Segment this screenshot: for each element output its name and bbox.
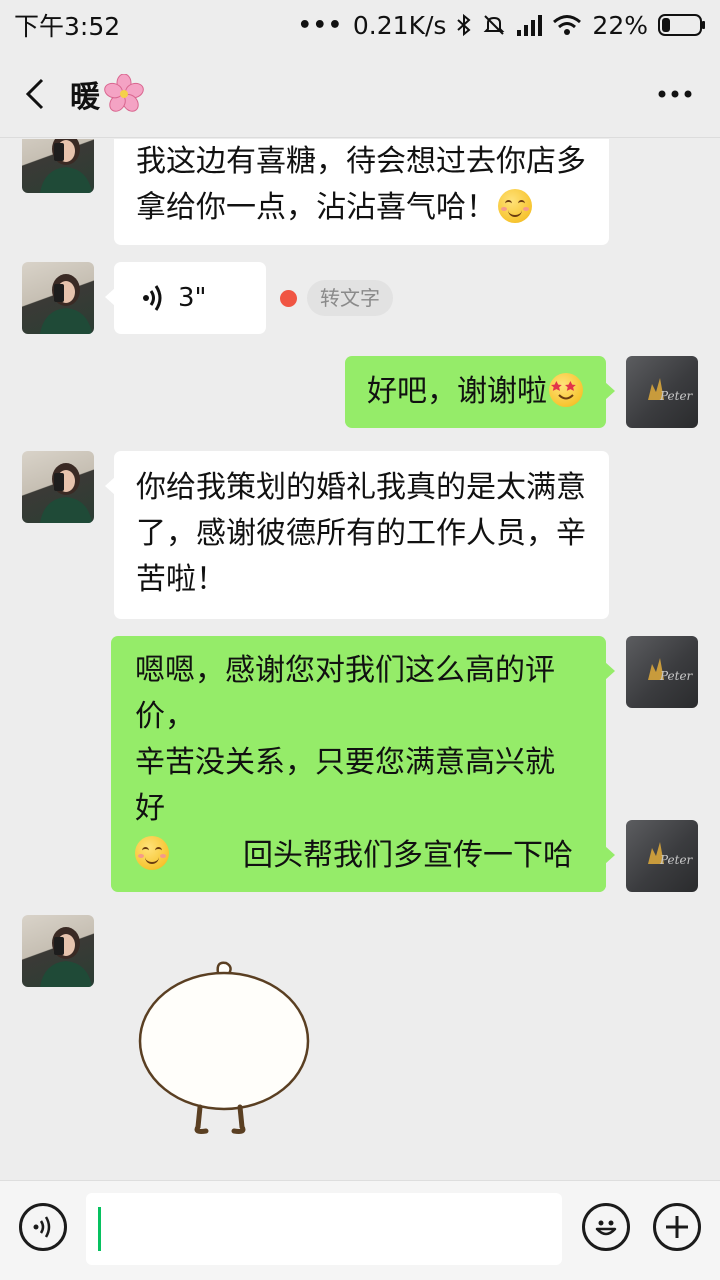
message-line: 好吧，谢谢啦 [367,374,547,409]
text-caret [98,1207,101,1251]
message-line: 了，感谢彼德所有的工作人员，辛 [136,516,586,551]
status-bar: 下午3:52 ••• 0.21K/s 22% [0,0,720,50]
my-avatar[interactable]: Peter [626,820,698,892]
contact-avatar[interactable] [22,915,94,987]
battery-icon [658,14,705,36]
status-time: 下午3:52 [14,12,121,41]
message-line: 你给我策划的婚礼我真的是太满意 [136,470,586,505]
chat-title: 暖 [70,72,144,116]
message-line: 辛苦没关系，只要您满意高兴就好 [135,745,555,826]
svg-text:Peter: Peter [659,669,694,683]
emoji-button[interactable] [582,1203,630,1251]
chat-title-text: 暖 [70,79,100,115]
my-avatar-logo: Peter [648,378,694,403]
message-line: 苦啦！ [136,562,226,597]
more-dots-icon: ••• [297,12,343,38]
my-avatar[interactable]: Peter [626,356,698,428]
more-functions-button[interactable] [653,1203,701,1251]
steamed-bun-sticker[interactable] [136,959,316,1139]
my-avatar-logo: Peter [648,658,694,683]
message-line: 回头帮我们多宣传一下哈 [243,838,573,873]
smile-emoji-icon [498,189,532,223]
contact-avatar[interactable] [22,451,94,523]
voice-wave-icon [143,285,162,311]
back-button[interactable] [0,50,70,138]
my-avatar[interactable]: Peter [626,636,698,708]
network-speed: 0.21K/s [352,10,447,40]
voice-message-bubble[interactable]: 3" [105,262,266,334]
convert-to-text-button[interactable]: 转文字 [307,280,393,316]
contact-avatar-image [40,927,92,987]
svg-text:Peter: Peter [659,389,694,403]
back-arrow-icon [25,78,44,109]
input-bar [0,1180,720,1280]
smile-emoji-icon [135,836,169,870]
more-dots-icon [658,90,692,97]
voice-input-button[interactable] [19,1203,67,1251]
wifi-icon [553,15,582,35]
message-list[interactable]: 我这边有喜糖，待会想过去你店多 拿给你一点，沾沾喜气哈！ 3" 转文字 好吧，谢… [0,139,720,1179]
contact-avatar[interactable] [22,139,94,193]
voice-actions: 转文字 [280,280,393,316]
sakura-flower-icon [104,73,144,112]
message-bubble[interactable]: 回头帮我们多宣传一下哈 [221,820,615,892]
battery-percent: 22% [592,10,648,40]
mute-icon [484,15,505,35]
nav-bar: 暖 [0,50,720,138]
message-bubble[interactable]: 好吧，谢谢啦 [345,356,615,428]
voice-duration: 3" [178,283,207,313]
message-input[interactable] [86,1193,562,1265]
contact-avatar[interactable] [22,262,94,334]
unread-dot [280,289,297,307]
message-bubble[interactable]: 我这边有喜糖，待会想过去你店多 拿给你一点，沾沾喜气哈！ [114,139,609,245]
contact-avatar-image [40,274,92,334]
chat-screen: 下午3:52 ••• 0.21K/s 22% 暖 我这边有喜糖，待会想过去你店多… [0,0,720,1280]
message-line: 嗯嗯，感谢您对我们这么高的评价， [135,653,555,734]
message-line: 我这边有喜糖，待会想过去你店多 [136,144,586,179]
svg-text:Peter: Peter [659,853,694,867]
plus-icon [666,1216,688,1238]
contact-avatar-image [40,139,92,193]
signal-icon [517,15,543,36]
message-bubble[interactable]: 你给我策划的婚礼我真的是太满意 了，感谢彼德所有的工作人员，辛 苦啦！ [105,451,609,619]
more-options-button[interactable] [630,50,720,138]
bluetooth-icon [457,13,471,37]
message-line-wrap: 拿给你一点，沾沾喜气哈！ [136,185,587,231]
voice-input-icon [33,1216,51,1238]
star-struck-emoji-icon [549,373,583,407]
emoji-icon [595,1220,617,1236]
status-icons: ••• 0.21K/s 22% [298,11,706,40]
message-line: 拿给你一点，沾沾喜气哈！ [136,190,496,225]
my-avatar-logo: Peter [648,842,694,867]
contact-avatar-image [40,463,92,523]
